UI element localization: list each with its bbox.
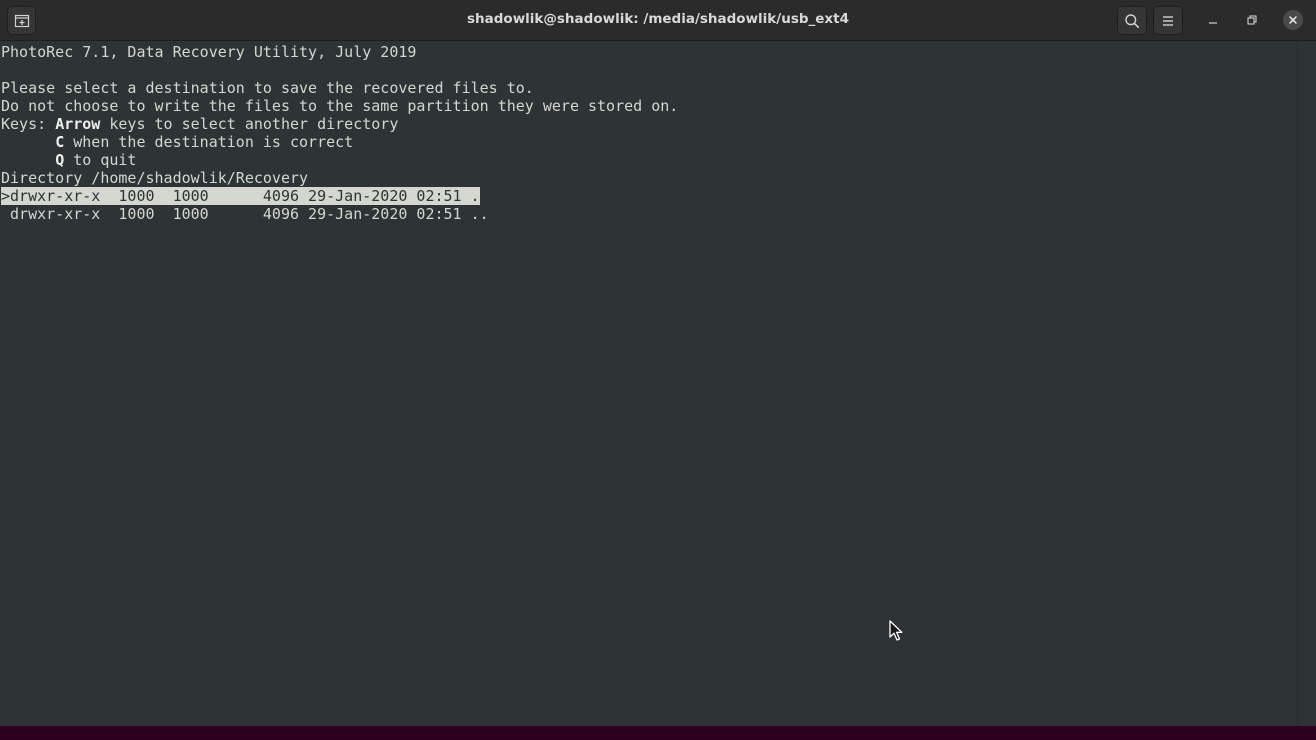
terminal-titlebar: shadowlik@shadowlik: /media/shadowlik/us… [0, 0, 1316, 41]
hamburger-menu-icon [1163, 15, 1173, 26]
maximize-button[interactable] [1240, 8, 1264, 32]
search-button[interactable] [1117, 6, 1147, 35]
photorec-header: PhotoRec 7.1, Data Recovery Utility, Jul… [1, 43, 417, 61]
c-key-description: when the destination is correct [64, 133, 354, 151]
new-tab-icon [14, 14, 29, 27]
keys-c-line: C when the destination is correct [1, 133, 353, 151]
mouse-pointer-icon [889, 620, 903, 641]
directory-entry-selected[interactable]: >drwxr-xr-x 1000 1000 4096 29-Jan-2020 0… [1, 187, 480, 205]
close-button[interactable] [1283, 10, 1303, 30]
keys-prefix: Keys: [1, 115, 56, 133]
desktop-background-strip [0, 726, 1316, 740]
warning-line: Do not choose to write the files to the … [1, 97, 679, 115]
menu-button[interactable] [1153, 6, 1183, 35]
c-key-label: C [55, 133, 65, 151]
close-icon [1289, 16, 1297, 24]
arrow-key-description: keys to select another directory [100, 115, 399, 133]
q-key-description: to quit [64, 151, 137, 169]
search-icon [1125, 13, 1139, 28]
instruction-line: Please select a destination to save the … [1, 79, 534, 97]
keys-arrow-line: Keys: Arrow keys to select another direc… [1, 115, 398, 133]
keys-q-line: Q to quit [1, 151, 136, 169]
terminal-output[interactable]: PhotoRec 7.1, Data Recovery Utility, Jul… [0, 41, 1297, 726]
maximize-icon [1247, 15, 1257, 25]
minimize-icon [1209, 22, 1217, 24]
minimize-button[interactable] [1201, 8, 1225, 32]
arrow-key-label: Arrow [55, 115, 101, 133]
new-tab-button[interactable] [7, 6, 36, 35]
terminal-scrollbar[interactable] [1297, 41, 1316, 726]
directory-entry-parent[interactable]: drwxr-xr-x 1000 1000 4096 29-Jan-2020 02… [1, 205, 489, 223]
directory-path: Directory /home/shadowlik/Recovery [1, 169, 309, 187]
directory-entry-current[interactable]: >drwxr-xr-x 1000 1000 4096 29-Jan-2020 0… [1, 187, 480, 205]
q-key-label: Q [55, 151, 65, 169]
